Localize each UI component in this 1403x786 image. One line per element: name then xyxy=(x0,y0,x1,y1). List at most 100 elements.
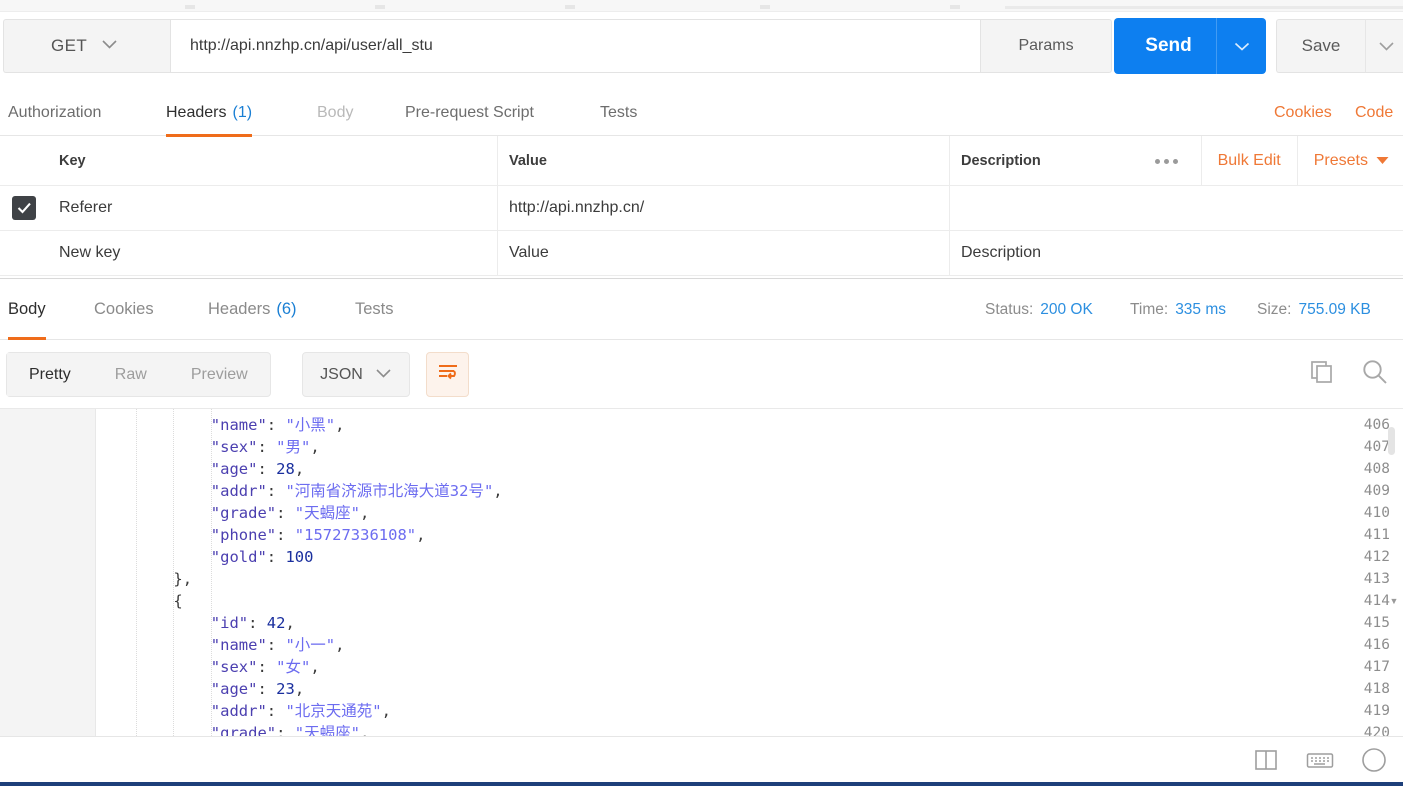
code-token-s: "北京天通苑" xyxy=(285,702,382,720)
tab-label: Body xyxy=(317,104,354,121)
code-token-s: "15727336108" xyxy=(294,526,417,544)
new-row-checkbox[interactable] xyxy=(0,231,48,275)
code-token-p: , xyxy=(335,416,345,434)
response-tab-body[interactable]: Body xyxy=(8,279,46,340)
tab-tests[interactable]: Tests xyxy=(600,90,637,136)
tab-headers[interactable]: Headers (1) xyxy=(166,90,253,137)
row-enabled-checkbox[interactable] xyxy=(0,186,48,230)
code-token-p: , xyxy=(416,526,426,544)
cookies-link[interactable]: Cookies xyxy=(1274,90,1332,136)
tab-label: Headers xyxy=(208,300,271,318)
method-selector[interactable]: GET xyxy=(3,19,171,73)
header-value-input[interactable]: http://api.nnzhp.cn/ xyxy=(498,186,950,230)
code-token-k: "sex" xyxy=(210,658,258,676)
code-line: "id": 42, xyxy=(211,612,295,634)
chevron-down-icon xyxy=(375,366,392,384)
header-key-input[interactable]: Referer xyxy=(48,186,498,230)
line-number: 416 xyxy=(1363,637,1390,653)
line-number: 411 xyxy=(1363,527,1390,543)
view-mode-preview[interactable]: Preview xyxy=(169,353,270,396)
line-number: 412 xyxy=(1363,549,1390,565)
chevron-down-icon xyxy=(1378,41,1394,51)
new-description-input[interactable]: Description xyxy=(950,231,1403,275)
tab-label: Pre-request Script xyxy=(405,104,534,121)
tab-pre-request-script[interactable]: Pre-request Script xyxy=(405,90,534,136)
response-body-editor[interactable]: 406 407 408 409 410 411 412 413 414 ▼ 415 416 417 418… xyxy=(0,409,1403,736)
size-label: Size: xyxy=(1257,300,1292,318)
view-mode-raw[interactable]: Raw xyxy=(93,353,169,396)
split-pane-icon[interactable] xyxy=(1239,737,1293,783)
chevron-down-icon xyxy=(1234,42,1249,51)
code-token-p: : xyxy=(257,658,277,676)
send-options-button[interactable] xyxy=(1216,18,1266,74)
line-number: 418 xyxy=(1363,681,1390,697)
time-value: 335 ms xyxy=(1175,300,1227,318)
caret-down-icon xyxy=(1376,152,1389,170)
view-mode-pretty[interactable]: Pretty xyxy=(7,353,93,396)
help-icon[interactable] xyxy=(1347,737,1401,783)
code-line: "phone": "15727336108", xyxy=(211,524,426,546)
wrap-lines-button[interactable] xyxy=(426,352,469,397)
code-token-p: { xyxy=(173,592,183,610)
line-number: 420 xyxy=(1363,725,1390,736)
url-input[interactable]: http://api.nnzhp.cn/api/user/all_stu xyxy=(170,19,981,73)
fold-toggle-icon[interactable]: ▼ xyxy=(1389,590,1399,612)
format-selector[interactable]: JSON xyxy=(302,352,410,397)
wrap-lines-icon xyxy=(437,363,459,386)
response-tab-headers[interactable]: Headers (6) xyxy=(208,279,297,340)
tab-body[interactable]: Body xyxy=(317,90,353,136)
code-token-p: , xyxy=(294,460,305,478)
ellipsis-icon[interactable] xyxy=(1132,136,1202,186)
code-token-p: : xyxy=(276,504,295,522)
code-token-p: , xyxy=(310,438,320,456)
status-label: Status: xyxy=(985,300,1034,318)
table-row[interactable]: Referer http://api.nnzhp.cn/ xyxy=(0,186,1403,231)
code-token-k: "age" xyxy=(210,460,258,478)
code-token-s: "女" xyxy=(276,658,311,676)
code-line: "name": "小黑", xyxy=(211,414,345,436)
copy-icon[interactable] xyxy=(1309,359,1335,390)
tab-label: Authorization xyxy=(8,104,102,121)
code-token-k: "grade" xyxy=(210,724,277,736)
code-line: "age": 23, xyxy=(211,678,304,700)
code-token-p: : xyxy=(266,636,286,654)
send-button[interactable]: Send xyxy=(1114,18,1266,74)
search-icon[interactable] xyxy=(1361,358,1389,391)
code-link[interactable]: Code xyxy=(1355,90,1393,136)
table-row-new[interactable]: New key Value Description xyxy=(0,231,1403,276)
tab-authorization[interactable]: Authorization xyxy=(8,90,101,136)
bulk-edit-button[interactable]: Bulk Edit xyxy=(1202,136,1298,186)
response-tab-tests[interactable]: Tests xyxy=(355,279,394,340)
new-key-input[interactable]: New key xyxy=(48,231,498,275)
code-token-p: : xyxy=(257,460,277,478)
presets-button[interactable]: Presets xyxy=(1298,136,1403,186)
status-bar-icons xyxy=(1239,737,1401,783)
response-tab-cookies[interactable]: Cookies xyxy=(94,279,154,340)
code-token-p: : xyxy=(257,680,277,698)
params-button[interactable]: Params xyxy=(981,19,1112,73)
line-number: 419 xyxy=(1363,703,1390,719)
keyboard-icon[interactable] xyxy=(1293,737,1347,783)
code-token-k: "sex" xyxy=(210,438,258,456)
code-line: }, xyxy=(173,568,192,590)
code-token-p: , xyxy=(359,504,370,522)
presets-label: Presets xyxy=(1313,152,1368,169)
tab-count: (1) xyxy=(232,104,253,121)
status-bar xyxy=(0,736,1403,786)
code-token-s: "天蝎座" xyxy=(294,724,360,736)
header-description-input[interactable] xyxy=(950,186,1403,230)
code-token-p: , xyxy=(381,702,391,720)
code-token-s: "男" xyxy=(276,438,311,456)
header-checkbox-col xyxy=(0,136,48,185)
save-label: Save xyxy=(1301,36,1341,55)
save-button[interactable]: Save xyxy=(1276,19,1365,73)
request-url-bar: GET http://api.nnzhp.cn/api/user/all_stu… xyxy=(0,14,1403,78)
code-token-p: , xyxy=(285,614,295,632)
code-line: "grade": "天蝎座", xyxy=(211,502,370,524)
code-token-p: : xyxy=(276,724,295,736)
new-value-input[interactable]: Value xyxy=(498,231,950,275)
tab-label: Body xyxy=(8,300,46,318)
bottom-accent-line xyxy=(0,782,1403,786)
save-options-button[interactable] xyxy=(1365,19,1403,73)
editor-vertical-scrollbar[interactable] xyxy=(1388,427,1395,455)
